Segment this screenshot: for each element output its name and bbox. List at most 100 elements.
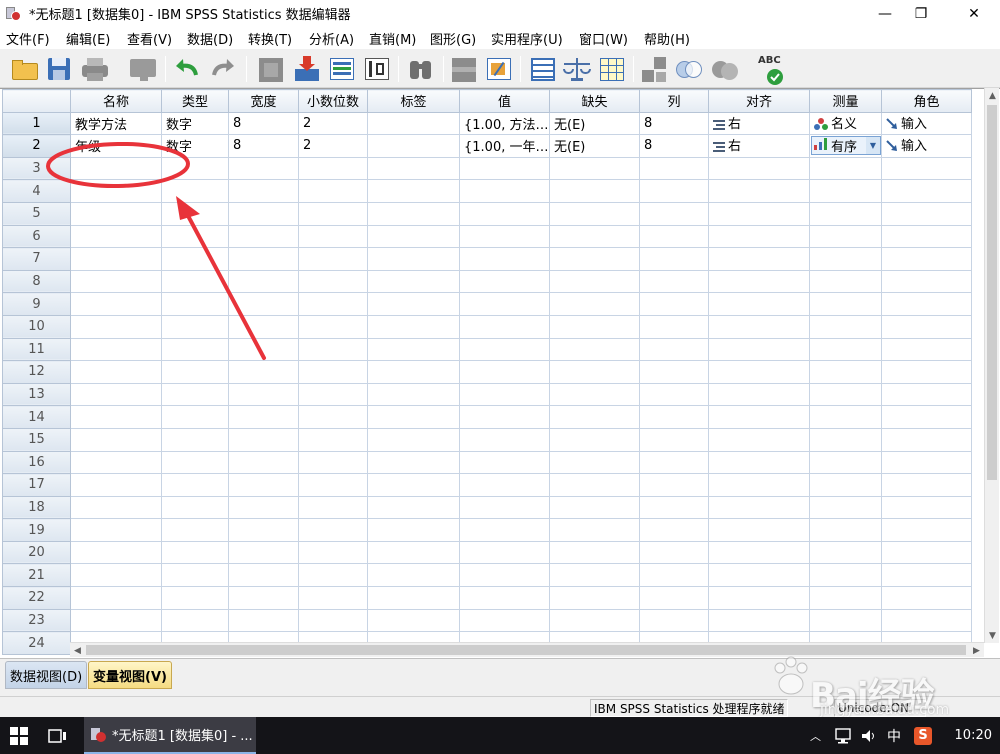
empty-cell[interactable]: [228, 382, 299, 407]
empty-cell[interactable]: [228, 450, 299, 475]
cell-name[interactable]: 年级: [70, 134, 162, 158]
variables-icon[interactable]: [327, 55, 357, 83]
row-number[interactable]: 6: [2, 224, 71, 249]
column-header-8[interactable]: 对齐: [708, 89, 810, 113]
empty-cell[interactable]: [298, 586, 368, 610]
empty-cell[interactable]: [367, 247, 460, 271]
empty-cell[interactable]: [298, 247, 368, 271]
empty-cell[interactable]: [298, 156, 368, 181]
menu-item-9[interactable]: 窗口(W): [578, 29, 637, 48]
close-button[interactable]: ✕: [951, 0, 997, 27]
empty-cell[interactable]: [809, 586, 882, 610]
empty-cell[interactable]: [809, 427, 882, 452]
empty-cell[interactable]: [228, 540, 299, 565]
empty-cell[interactable]: [881, 382, 972, 407]
empty-cell[interactable]: [228, 608, 299, 633]
empty-cell[interactable]: [298, 563, 368, 588]
empty-cell[interactable]: [70, 382, 162, 407]
column-header-10[interactable]: 角色: [881, 89, 972, 113]
empty-cell[interactable]: [459, 292, 550, 316]
use-sets-icon[interactable]: [674, 55, 704, 83]
empty-cell[interactable]: [708, 156, 810, 181]
empty-cell[interactable]: [367, 360, 460, 384]
empty-cell[interactable]: [639, 427, 709, 452]
empty-cell[interactable]: [228, 495, 299, 520]
empty-cell[interactable]: [70, 405, 162, 429]
empty-cell[interactable]: [228, 247, 299, 271]
column-header-3[interactable]: 小数位数: [298, 89, 368, 113]
cell-width[interactable]: 8: [228, 111, 299, 136]
empty-cell[interactable]: [549, 450, 640, 475]
empty-cell[interactable]: [809, 224, 882, 249]
menu-item-5[interactable]: 分析(A): [308, 29, 363, 48]
menu-item-0[interactable]: 文件(F): [5, 29, 59, 48]
row-number[interactable]: 11: [2, 337, 71, 362]
empty-cell[interactable]: [161, 608, 229, 633]
empty-cell[interactable]: [881, 450, 972, 475]
empty-cell[interactable]: [161, 427, 229, 452]
empty-cell[interactable]: [161, 179, 229, 203]
empty-cell[interactable]: [367, 156, 460, 181]
empty-cell[interactable]: [161, 450, 229, 475]
empty-cell[interactable]: [639, 382, 709, 407]
cell-decimals[interactable]: 2: [298, 134, 368, 158]
system-tray-chevron-icon[interactable]: ︿: [810, 717, 824, 754]
empty-cell[interactable]: [708, 292, 810, 316]
empty-cell[interactable]: [708, 382, 810, 407]
row-number[interactable]: 7: [2, 247, 71, 271]
weight-cases-icon[interactable]: [562, 55, 592, 83]
scroll-right-icon[interactable]: ▶: [969, 643, 984, 658]
empty-cell[interactable]: [708, 563, 810, 588]
empty-cell[interactable]: [161, 563, 229, 588]
cell-name[interactable]: 教学方法: [70, 111, 162, 136]
split-file-icon[interactable]: [528, 55, 558, 83]
empty-cell[interactable]: [809, 540, 882, 565]
empty-cell[interactable]: [367, 314, 460, 339]
column-header-4[interactable]: 标签: [367, 89, 460, 113]
row-number[interactable]: 16: [2, 450, 71, 475]
redo-icon[interactable]: [208, 55, 238, 83]
empty-cell[interactable]: [549, 563, 640, 588]
empty-cell[interactable]: [367, 337, 460, 362]
find-icon[interactable]: [406, 55, 436, 83]
row-number[interactable]: 2: [2, 134, 71, 158]
empty-cell[interactable]: [298, 540, 368, 565]
empty-cell[interactable]: [549, 314, 640, 339]
empty-cell[interactable]: [70, 201, 162, 226]
empty-cell[interactable]: [809, 337, 882, 362]
empty-cell[interactable]: [881, 427, 972, 452]
empty-cell[interactable]: [708, 360, 810, 384]
empty-cell[interactable]: [708, 608, 810, 633]
empty-cell[interactable]: [298, 405, 368, 429]
empty-cell[interactable]: [228, 473, 299, 497]
empty-cell[interactable]: [298, 360, 368, 384]
cell-role[interactable]: 输入: [881, 134, 972, 158]
empty-cell[interactable]: [367, 269, 460, 294]
row-number[interactable]: 15: [2, 427, 71, 452]
cell-label[interactable]: [367, 111, 460, 136]
empty-cell[interactable]: [459, 269, 550, 294]
empty-cell[interactable]: [228, 314, 299, 339]
empty-cell[interactable]: [70, 427, 162, 452]
empty-cell[interactable]: [367, 450, 460, 475]
empty-cell[interactable]: [367, 292, 460, 316]
insert-variable-icon[interactable]: [484, 55, 514, 83]
empty-cell[interactable]: [549, 518, 640, 542]
row-number[interactable]: 21: [2, 563, 71, 588]
cell-width[interactable]: 8: [228, 134, 299, 158]
empty-cell[interactable]: [881, 292, 972, 316]
row-number[interactable]: 14: [2, 405, 71, 429]
empty-cell[interactable]: [70, 450, 162, 475]
row-number[interactable]: 24: [2, 631, 71, 655]
empty-cell[interactable]: [639, 495, 709, 520]
corner-cell[interactable]: [2, 89, 71, 113]
empty-cell[interactable]: [549, 382, 640, 407]
empty-cell[interactable]: [298, 179, 368, 203]
empty-cell[interactable]: [459, 314, 550, 339]
empty-cell[interactable]: [298, 337, 368, 362]
empty-cell[interactable]: [809, 314, 882, 339]
taskbar-spss-window[interactable]: *无标题1 [数据集0] - ...: [84, 717, 256, 754]
empty-cell[interactable]: [708, 586, 810, 610]
empty-cell[interactable]: [881, 156, 972, 181]
menu-item-4[interactable]: 转换(T): [247, 29, 301, 48]
